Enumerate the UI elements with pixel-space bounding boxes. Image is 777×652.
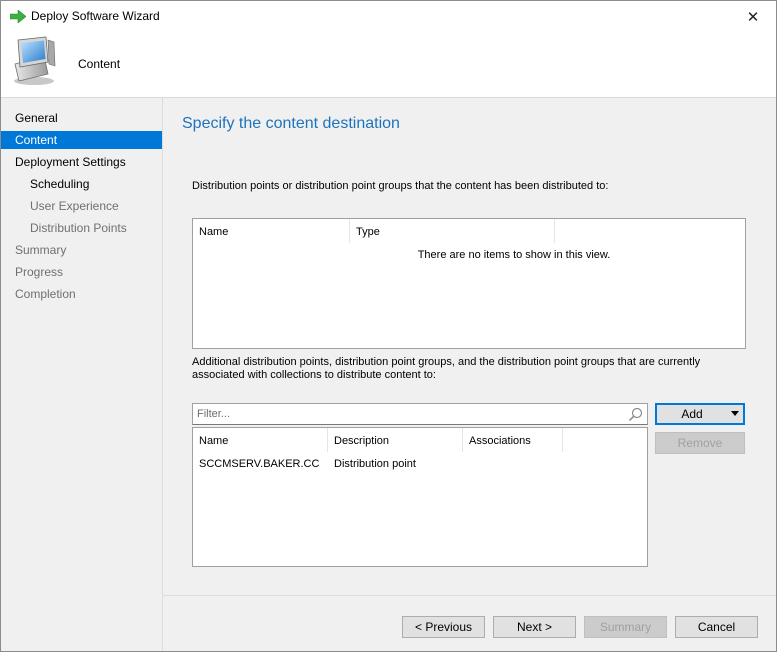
wizard-header: Content [1, 32, 776, 98]
distributed-label: Distribution points or distribution poin… [192, 180, 609, 192]
nav-step-general[interactable]: General [1, 109, 162, 127]
nav-step-deployment-settings[interactable]: Deployment Settings [1, 153, 162, 171]
remove-button[interactable]: Remove [655, 432, 745, 454]
title-bar: Deploy Software Wizard ✕ [1, 1, 776, 32]
content-panel: Specify the content destination Distribu… [163, 98, 776, 595]
add-button-label: Add [681, 407, 703, 421]
nav-step-summary[interactable]: Summary [1, 241, 162, 259]
nav-step-completion[interactable]: Completion [1, 285, 162, 303]
wizard-window: Deploy Software Wizard ✕ Content General… [0, 0, 777, 652]
list-header: Name Type [193, 219, 745, 243]
column-header-description[interactable]: Description [328, 428, 463, 452]
column-header-name[interactable]: Name [193, 428, 328, 452]
previous-button[interactable]: < Previous [402, 616, 485, 638]
wizard-steps-nav: General Content Deployment Settings Sche… [1, 98, 163, 651]
list-header: Name Description Associations [193, 428, 647, 452]
row-name: SCCMSERV.BAKER.CC [199, 458, 320, 470]
wizard-footer: < Previous Next > Summary Cancel [163, 595, 776, 651]
nav-step-progress[interactable]: Progress [1, 263, 162, 281]
close-button[interactable]: ✕ [730, 1, 776, 32]
empty-list-message: There are no items to show in this view. [417, 249, 611, 261]
nav-step-user-experience[interactable]: User Experience [1, 197, 162, 215]
add-button[interactable]: Add [655, 403, 745, 425]
section-heading: Specify the content destination [182, 115, 400, 132]
next-button[interactable]: Next > [493, 616, 576, 638]
column-header-associations[interactable]: Associations [463, 428, 563, 452]
additional-list[interactable]: Name Description Associations SCCMSERV.B… [192, 427, 648, 567]
filter-input[interactable] [197, 406, 617, 422]
window-title: Deploy Software Wizard [31, 9, 160, 23]
close-icon: ✕ [746, 8, 760, 26]
green-arrow-icon [10, 10, 26, 23]
filter-box[interactable] [192, 403, 648, 425]
table-row[interactable]: SCCMSERV.BAKER.CC Distribution point [193, 456, 647, 473]
column-header-type[interactable]: Type [350, 219, 555, 243]
page-title: Content [78, 57, 121, 71]
column-header-name[interactable]: Name [193, 219, 350, 243]
search-icon[interactable] [628, 407, 643, 422]
chevron-down-icon [731, 411, 739, 416]
nav-step-distribution-points[interactable]: Distribution Points [1, 219, 162, 237]
summary-button[interactable]: Summary [584, 616, 667, 638]
nav-step-content[interactable]: Content [1, 131, 162, 149]
computer-icon [14, 36, 56, 85]
distributed-list[interactable]: Name Type There are no items to show in … [192, 218, 746, 349]
nav-step-scheduling[interactable]: Scheduling [1, 175, 162, 193]
additional-label: Additional distribution points, distribu… [192, 356, 701, 381]
row-description: Distribution point [334, 458, 416, 470]
cancel-button[interactable]: Cancel [675, 616, 758, 638]
